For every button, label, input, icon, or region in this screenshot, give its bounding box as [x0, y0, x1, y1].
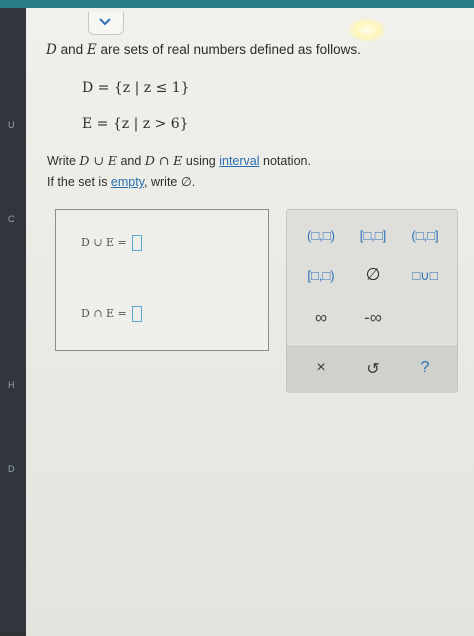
union-answer-label: D ∪ E =: [81, 236, 127, 249]
instr-union: D ∪ E: [79, 153, 117, 168]
clear-key[interactable]: ×: [295, 359, 347, 377]
instr-write-empty: , write ∅.: [144, 175, 196, 189]
math-keypad: (□,□) [□,□] (□,□] [□,□) ∅ □∪□ ∞ -∞ × ↺ ?: [286, 209, 458, 393]
prompt-and: and: [56, 42, 87, 57]
edge-letter-c: C: [8, 214, 15, 224]
infinity-key[interactable]: ∞: [295, 308, 347, 328]
screen-glare: [348, 18, 386, 42]
set-d-name: D: [46, 42, 57, 58]
instr-intersection: D ∩ E: [144, 153, 183, 168]
open-interval-key[interactable]: (□,□): [295, 228, 347, 243]
left-closed-right-open-key[interactable]: [□,□): [295, 268, 347, 283]
edge-letter-u: U: [8, 120, 15, 130]
instruction-line-2: If the set is empty, write ∅.: [47, 172, 311, 193]
instr-if-empty: If the set is: [47, 175, 111, 189]
edge-letter-h: H: [8, 380, 15, 390]
left-open-right-closed-key[interactable]: (□,□]: [399, 228, 451, 243]
intersection-answer-label: D ∩ E =: [81, 307, 127, 320]
answer-area: D ∪ E = D ∩ E =: [55, 209, 269, 351]
keypad-actions: × ↺ ?: [287, 346, 457, 393]
undo-key[interactable]: ↺: [347, 359, 399, 379]
instruction-line-1: Write D ∪ E and D ∩ E using interval not…: [47, 150, 311, 172]
set-e-definition: E = {z | z > 6}: [82, 116, 189, 132]
help-key[interactable]: ?: [399, 359, 451, 377]
collapse-toggle-button[interactable]: [88, 12, 124, 35]
intersection-answer-input[interactable]: [131, 306, 142, 322]
union-answer-input[interactable]: [131, 235, 142, 251]
top-accent-bar: [0, 0, 474, 8]
interval-link[interactable]: interval: [219, 154, 259, 168]
set-d-definition: D = {z | z ≤ 1}: [82, 80, 190, 96]
set-e-name: E: [86, 42, 97, 58]
union-answer-row: D ∪ E =: [81, 235, 142, 251]
instr-notation: notation.: [259, 154, 311, 168]
edge-letter-d: D: [8, 464, 15, 474]
empty-set-key[interactable]: ∅: [347, 265, 399, 285]
desktop-left-edge: [0, 0, 26, 632]
negative-infinity-key[interactable]: -∞: [347, 308, 399, 328]
prompt-rest: are sets of real numbers defined as foll…: [96, 42, 361, 57]
problem-statement: D and E are sets of real numbers defined…: [46, 42, 361, 58]
instructions: Write D ∪ E and D ∩ E using interval not…: [47, 150, 311, 193]
closed-interval-key[interactable]: [□,□]: [347, 228, 399, 243]
intersection-answer-row: D ∩ E =: [81, 306, 142, 322]
empty-link[interactable]: empty: [111, 175, 144, 189]
union-key[interactable]: □∪□: [399, 268, 451, 284]
chevron-down-icon: [99, 18, 111, 26]
instr-using: using: [182, 154, 220, 168]
instr-write: Write: [47, 154, 80, 168]
instr-and: and: [117, 154, 145, 168]
